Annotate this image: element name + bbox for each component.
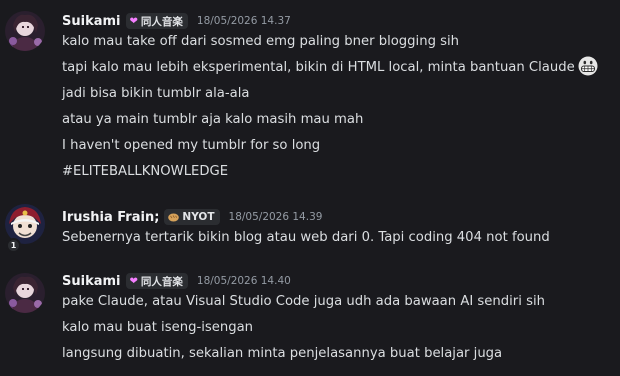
role-tag-label: NYOT (182, 211, 215, 223)
timestamp[interactable]: 18/05/2026 14.40 (197, 275, 291, 287)
role-tag[interactable]: ❤ 同人音楽 (125, 13, 188, 29)
message-group: Suikami ❤ 同人音楽 18/05/2026 14.37 kalo mau… (0, 8, 620, 188)
bread-icon (168, 213, 180, 221)
avatar[interactable] (5, 273, 45, 313)
username[interactable]: Irushia Frain; (62, 210, 159, 225)
timestamp[interactable]: 18/05/2026 14.37 (197, 15, 291, 27)
role-tag[interactable]: ❤ 同人音楽 (125, 273, 188, 289)
role-tag-label: 同人音楽 (140, 275, 183, 288)
role-tag[interactable]: NYOT (164, 209, 220, 225)
message-line: pake Claude, atau Visual Studio Code jug… (62, 294, 545, 309)
avatar-badge: 1 (6, 238, 21, 253)
message-line: I haven't opened my tumblr for so long (62, 138, 321, 153)
username[interactable]: Suikami (62, 14, 121, 29)
avatar[interactable] (5, 11, 45, 51)
message-line: jadi bisa bikin tumblr ala-ala (62, 86, 250, 101)
message-line: kalo mau buat iseng-isengan (62, 320, 254, 335)
message-header: Suikami ❤ 同人音楽 18/05/2026 14.40 (62, 270, 291, 292)
message-group: Suikami ❤ 同人音楽 18/05/2026 14.40 pake Cla… (0, 270, 620, 370)
heart-icon: ❤ (129, 15, 138, 27)
message-header: Suikami ❤ 同人音楽 18/05/2026 14.37 (62, 10, 291, 32)
heart-icon: ❤ (129, 275, 138, 287)
message-line: atau ya main tumblr aja kalo masih mau m… (62, 112, 364, 127)
username[interactable]: Suikami (62, 274, 121, 289)
grinning-face-emoji-icon (578, 56, 598, 75)
message-header: Irushia Frain; NYOT 18/05/2026 14.39 (62, 206, 322, 228)
message-group: 1 Irushia Frain; NYOT 18/05/2026 14.39 S… (0, 204, 620, 256)
message-line: Sebenernya tertarik bikin blog atau web … (62, 230, 550, 245)
message-line: tapi kalo mau lebih eksperimental, bikin… (62, 56, 598, 78)
timestamp[interactable]: 18/05/2026 14.39 (229, 211, 323, 223)
message-line: langsung dibuatin, sekalian minta penjel… (62, 346, 503, 361)
message-line: kalo mau take off dari sosmed emg paling… (62, 34, 460, 49)
message-line: #ELITEBALLKNOWLEDGE (62, 164, 229, 179)
role-tag-label: 同人音楽 (140, 15, 183, 28)
